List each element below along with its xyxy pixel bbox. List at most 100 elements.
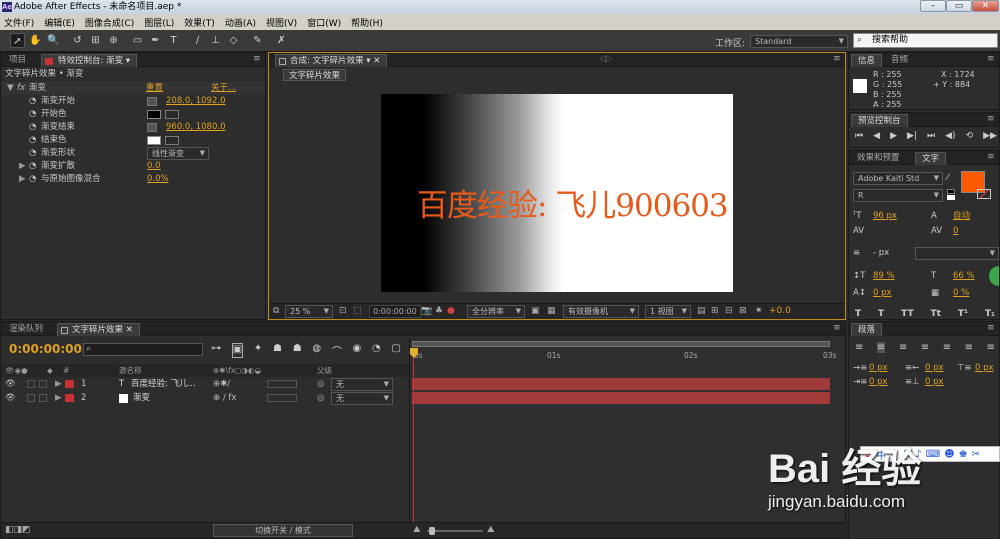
pen-tool-icon[interactable]: ✒ — [148, 33, 163, 48]
expand-triangle-icon[interactable]: ▶ — [19, 160, 26, 173]
menu-effect[interactable]: 效果(T) — [184, 16, 215, 29]
rectangle-tool-icon[interactable]: ▭ — [130, 33, 145, 48]
selection-tool-icon[interactable]: ➚ — [10, 33, 25, 48]
crosshair-icon[interactable] — [147, 97, 157, 106]
eyedropper-icon[interactable] — [165, 136, 179, 145]
layer-switches-icon[interactable]: ⊕ ∕ fx — [213, 392, 236, 405]
layer-label-color[interactable] — [65, 394, 74, 402]
menu-window[interactable]: 窗口(W) — [307, 16, 341, 29]
brainstorm-icon[interactable]: ◉ — [353, 343, 362, 358]
tab-project[interactable]: 项目 — [3, 54, 32, 67]
mute-icon[interactable]: ◀) — [945, 131, 955, 141]
layer-switch-boxes[interactable] — [267, 380, 297, 388]
font-family-dropdown[interactable]: Adobe Kaiti Std ▼ — [853, 172, 943, 185]
baseline-shift-value[interactable]: 0 px — [873, 287, 892, 300]
roto-brush-tool-icon[interactable]: ✎ — [250, 33, 265, 48]
indent-left-value[interactable]: 0 px — [869, 362, 888, 375]
search-help-input[interactable]: ⌕ 搜索帮助 — [853, 33, 998, 48]
white-swatch[interactable] — [947, 195, 955, 200]
close-button[interactable]: ✕ — [972, 0, 999, 12]
draft-3d-icon[interactable]: ✦ — [254, 343, 262, 358]
expand-triangle-icon[interactable]: ▶ — [19, 173, 26, 186]
zoom-tool-icon[interactable]: 🔍 — [46, 33, 61, 48]
prop-value[interactable]: 208.0, 1092.0 — [166, 95, 225, 108]
time-ruler[interactable]: 0s 01s 02s 03s — [410, 350, 846, 364]
font-size-value[interactable]: 96 px — [873, 210, 897, 223]
snapshot-icon[interactable]: 📷 — [421, 306, 432, 316]
nav-arrows-icon[interactable]: ◁▷ — [599, 54, 613, 64]
panel-menu-icon[interactable]: ≡ — [987, 114, 995, 124]
end-color-swatch[interactable] — [147, 136, 161, 145]
indent-right-value[interactable]: 0 px — [925, 362, 944, 375]
justify-center-icon[interactable]: ≡ — [943, 342, 951, 353]
always-preview-icon[interactable]: ⧉ — [273, 306, 279, 316]
first-indent-value[interactable]: 0 px — [869, 376, 888, 389]
menu-animation[interactable]: 动画(A) — [225, 16, 256, 29]
live-update-icon[interactable]: ▣ — [231, 343, 244, 358]
fx-icon[interactable]: fx — [17, 82, 25, 95]
views-dropdown[interactable]: 1 视图 ▼ — [645, 305, 691, 318]
eyedropper-icon[interactable] — [165, 110, 179, 119]
layer-switches-icon[interactable]: ⊕✱∕ — [213, 378, 230, 391]
all-caps-icon[interactable]: TT — [901, 309, 914, 319]
loop-icon[interactable]: ⟲ — [966, 131, 974, 141]
stopwatch-icon[interactable]: ◔ — [29, 121, 36, 134]
menu-composition[interactable]: 图像合成(C) — [85, 16, 134, 29]
wiggle-icon[interactable]: ▢ — [391, 343, 400, 358]
tab-effects-presets[interactable]: 效果和预置 — [851, 152, 906, 165]
align-right-icon[interactable]: ≡ — [899, 342, 907, 353]
puppet-pin-tool-icon[interactable]: ✗ — [274, 33, 289, 48]
small-caps-icon[interactable]: Tt — [931, 309, 941, 319]
about-link[interactable]: 关于... — [211, 82, 236, 95]
tab-timeline-comp[interactable]: 文字碎片效果 ✕ — [57, 323, 140, 336]
zoom-out-icon[interactable]: ⛰ — [413, 525, 421, 535]
visibility-icon[interactable]: 👁 — [5, 378, 16, 391]
camera-tool-icon[interactable]: ⊞ — [88, 33, 103, 48]
space-before-value[interactable]: 0 px — [975, 362, 994, 375]
justify-left-icon[interactable]: ≡ — [921, 342, 929, 353]
prop-value[interactable]: 0.0 — [147, 160, 161, 173]
layer-name[interactable]: 百度经验: 飞儿... — [131, 378, 196, 391]
crosshair-icon[interactable] — [147, 123, 157, 132]
toggle-switches-modes-button[interactable]: 切换开关 / 模式 — [213, 524, 353, 537]
stopwatch-icon[interactable]: ◔ — [29, 160, 36, 173]
zoom-slider[interactable] — [427, 530, 483, 532]
superscript-icon[interactable]: T¹ — [958, 309, 968, 319]
horizontal-scale-value[interactable]: 66 % — [953, 270, 975, 283]
zoom-slider-handle[interactable] — [429, 527, 435, 535]
layer-row[interactable]: 👁 ▶ 2 渐变 ⊕ ∕ fx ◎ 无 ▼ — [1, 392, 409, 405]
pickwhip-icon[interactable]: ◎ — [317, 378, 324, 391]
align-left-icon[interactable]: ≡ — [855, 342, 863, 353]
solo-toggle[interactable] — [27, 394, 35, 402]
panel-menu-icon[interactable]: ≡ — [833, 323, 841, 333]
exposure-value[interactable]: +0.0 — [769, 306, 791, 316]
tab-preview[interactable]: 预览控制台 — [851, 114, 908, 127]
menu-help[interactable]: 帮助(H) — [351, 16, 383, 29]
zoom-in-icon[interactable]: ⛰ — [487, 525, 495, 535]
timeline-icon[interactable]: ⊟ — [725, 306, 733, 316]
comp-subtab[interactable]: 文字碎片效果 — [283, 69, 347, 81]
lock-toggle[interactable] — [39, 380, 47, 388]
reset-link[interactable]: 重置 — [146, 82, 163, 95]
subscript-icon[interactable]: T₁ — [985, 309, 995, 319]
text-tool-icon[interactable]: T — [166, 33, 181, 48]
minimize-button[interactable]: – — [920, 0, 946, 12]
space-after-value[interactable]: 0 px — [925, 376, 944, 389]
stroke-width-value[interactable]: - px — [873, 247, 889, 260]
layer-switch-boxes[interactable] — [267, 394, 297, 402]
menu-file[interactable]: 文件(F) — [4, 16, 34, 29]
black-swatch[interactable] — [947, 189, 955, 194]
panel-menu-icon[interactable]: ≡ — [987, 323, 995, 333]
stopwatch-icon[interactable]: ◔ — [29, 147, 36, 160]
eyedropper-icon[interactable]: ⁄ — [947, 173, 949, 183]
resolution-dropdown[interactable]: 全分辨率 ▼ — [467, 305, 525, 318]
region-of-interest-icon[interactable]: ⬚ — [353, 306, 362, 316]
expand-triangle-icon[interactable]: ▼ — [7, 82, 14, 95]
motion-blur-icon[interactable]: ◍ — [312, 343, 321, 358]
parent-dropdown[interactable]: 无 ▼ — [331, 378, 393, 391]
lock-toggle[interactable] — [39, 394, 47, 402]
frame-blending-icon[interactable]: ☗ — [293, 343, 302, 358]
layer-row[interactable]: 👁 ▶ 1 T 百度经验: 飞儿... ⊕✱∕ ◎ 无 ▼ — [1, 378, 409, 391]
panel-menu-icon[interactable]: ≡ — [833, 54, 841, 64]
panel-menu-icon[interactable]: ≡ — [253, 54, 261, 64]
